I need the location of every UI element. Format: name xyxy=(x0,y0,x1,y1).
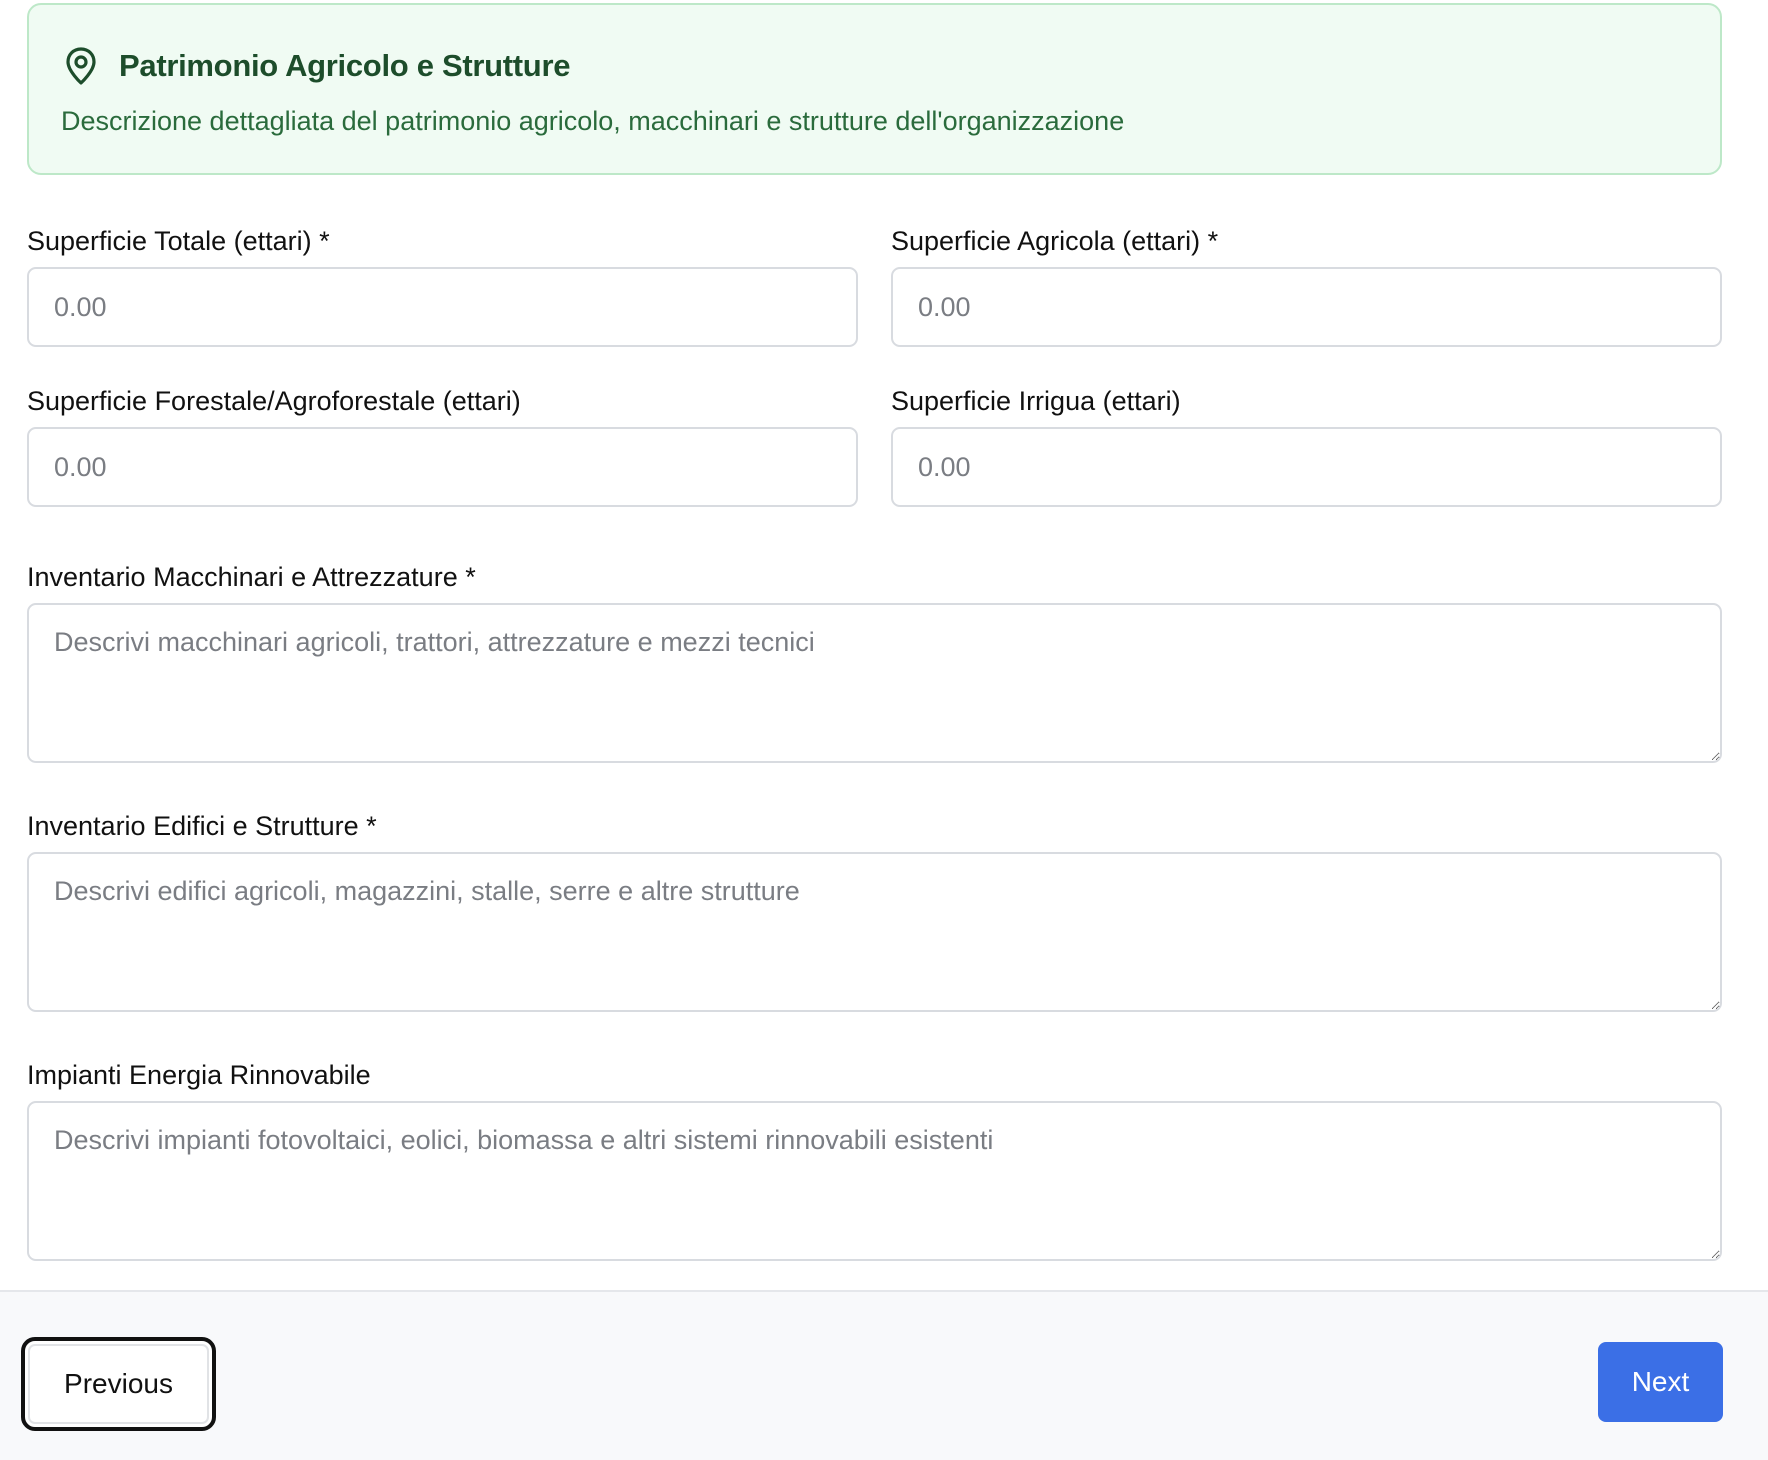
inventario-macchinari-label: Inventario Macchinari e Attrezzature * xyxy=(27,562,476,592)
field-superficie-irrigua: Superficie Irrigua (ettari) xyxy=(891,381,1722,507)
form-content: Patrimonio Agricolo e Strutture Descrizi… xyxy=(27,3,1722,1266)
section-title: Patrimonio Agricolo e Strutture xyxy=(119,48,571,83)
surface-row-2: Superficie Forestale/Agroforestale (etta… xyxy=(27,381,1722,507)
field-inventario-edifici: Inventario Edifici e Strutture * xyxy=(27,806,1722,1017)
field-impianti-energia: Impianti Energia Rinnovabile xyxy=(27,1055,1722,1266)
section-banner: Patrimonio Agricolo e Strutture Descrizi… xyxy=(27,3,1722,175)
inventario-macchinari-textarea[interactable] xyxy=(27,603,1722,763)
superficie-irrigua-input[interactable] xyxy=(891,427,1722,507)
inventario-edifici-label: Inventario Edifici e Strutture * xyxy=(27,811,377,841)
field-superficie-totale: Superficie Totale (ettari) * xyxy=(27,221,858,347)
impianti-energia-textarea[interactable] xyxy=(27,1101,1722,1261)
impianti-energia-label: Impianti Energia Rinnovabile xyxy=(27,1060,371,1090)
map-pin-icon xyxy=(61,44,101,88)
superficie-totale-label: Superficie Totale (ettari) * xyxy=(27,226,330,256)
superficie-irrigua-label: Superficie Irrigua (ettari) xyxy=(891,386,1181,416)
form-footer: Previous Next xyxy=(0,1290,1768,1460)
next-button[interactable]: Next xyxy=(1598,1342,1723,1422)
inventario-edifici-textarea[interactable] xyxy=(27,852,1722,1012)
field-superficie-forestale: Superficie Forestale/Agroforestale (etta… xyxy=(27,381,858,507)
banner-header: Patrimonio Agricolo e Strutture xyxy=(61,41,1688,91)
section-description: Descrizione dettagliata del patrimonio a… xyxy=(61,106,1125,136)
surface-row-1: Superficie Totale (ettari) * Superficie … xyxy=(27,221,1722,347)
superficie-forestale-label: Superficie Forestale/Agroforestale (etta… xyxy=(27,386,521,416)
superficie-agricola-label: Superficie Agricola (ettari) * xyxy=(891,226,1219,256)
field-superficie-agricola: Superficie Agricola (ettari) * xyxy=(891,221,1722,347)
form-page: Patrimonio Agricolo e Strutture Descrizi… xyxy=(0,0,1768,1460)
field-inventario-macchinari: Inventario Macchinari e Attrezzature * xyxy=(27,557,1722,768)
previous-button[interactable]: Previous xyxy=(21,1337,216,1431)
superficie-agricola-input[interactable] xyxy=(891,267,1722,347)
superficie-forestale-input[interactable] xyxy=(27,427,858,507)
superficie-totale-input[interactable] xyxy=(27,267,858,347)
